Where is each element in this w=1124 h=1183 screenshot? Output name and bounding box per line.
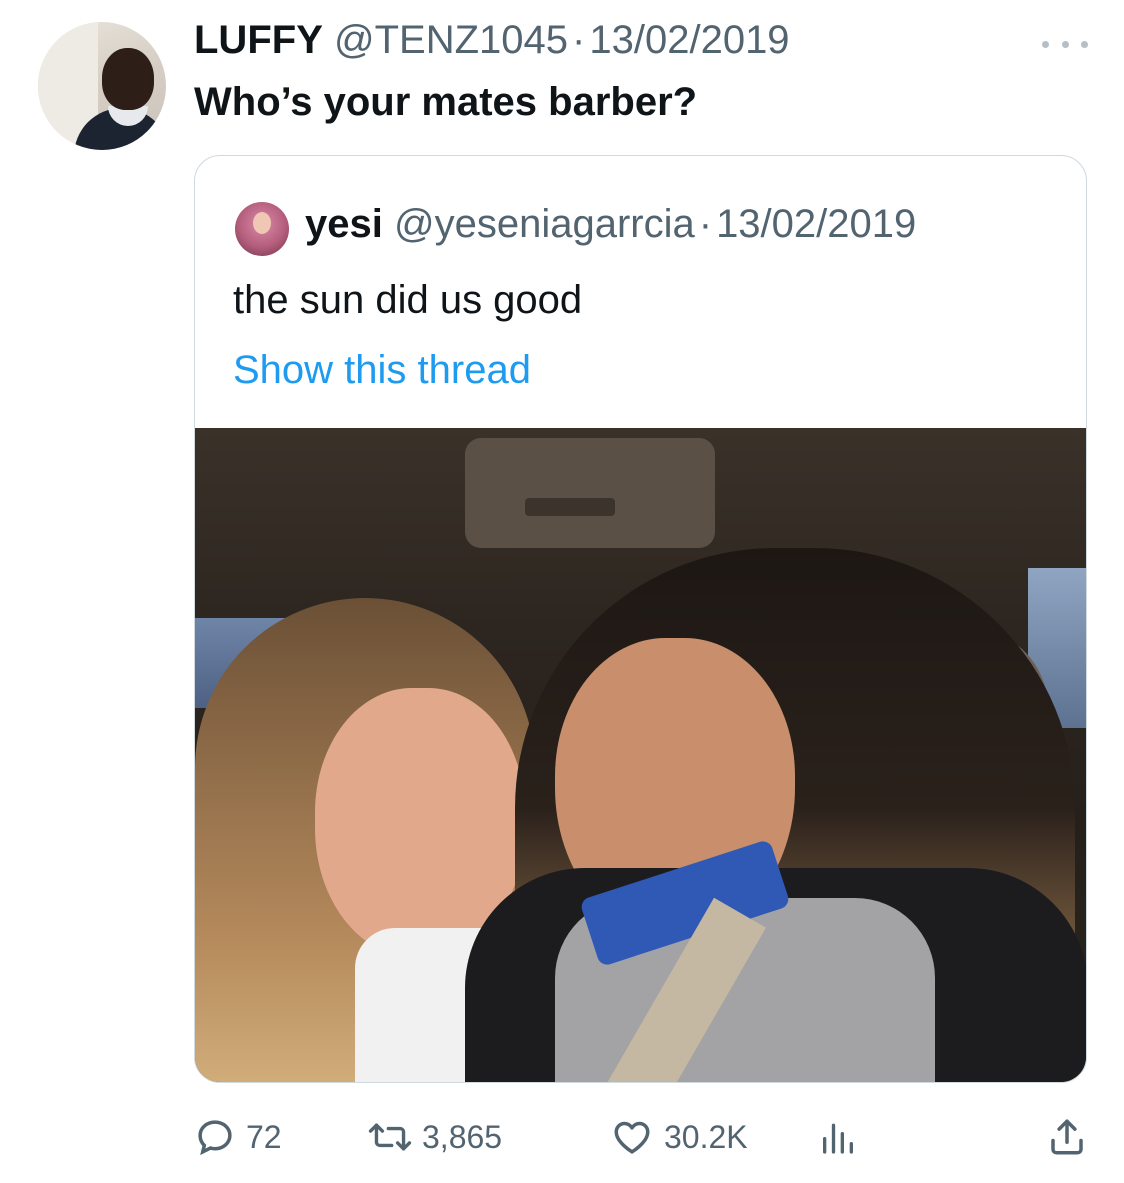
show-thread-link[interactable]: Show this thread xyxy=(233,342,531,398)
like-count: 30.2K xyxy=(664,1118,748,1155)
share-button[interactable] xyxy=(1046,1112,1088,1162)
quoted-tweet-date[interactable]: 13/02/2019 xyxy=(716,202,916,246)
tweet-text: Who’s your mates barber? xyxy=(194,80,698,124)
tweet-actions: 72 3,865 30.2K xyxy=(194,1112,1087,1162)
retweet-count: 3,865 xyxy=(422,1118,503,1155)
tweet-header: LUFFY @TENZ1045 · 13/02/2019 xyxy=(194,12,790,68)
author-handle[interactable]: @TENZ1045 xyxy=(334,18,568,62)
retweet-icon xyxy=(368,1116,412,1158)
quoted-tweet-header: yesi @yeseniagarrcia · 13/02/2019 xyxy=(305,196,916,252)
more-horizontal-icon[interactable] xyxy=(1042,38,1088,50)
author-display-name[interactable]: LUFFY xyxy=(194,18,323,62)
views-button[interactable] xyxy=(818,1112,858,1162)
retweet-button[interactable]: 3,865 xyxy=(368,1112,502,1162)
share-icon xyxy=(1046,1116,1088,1158)
reply-count: 72 xyxy=(246,1118,282,1155)
tweet-date[interactable]: 13/02/2019 xyxy=(589,18,789,62)
heart-icon xyxy=(610,1116,654,1158)
quoted-author-avatar[interactable] xyxy=(235,202,289,256)
separator-dot: · xyxy=(698,202,713,246)
like-button[interactable]: 30.2K xyxy=(610,1112,748,1162)
quoted-tweet-photo[interactable] xyxy=(195,428,1086,1082)
quoted-tweet-text: the sun did us good xyxy=(233,278,583,322)
separator-dot: · xyxy=(572,18,586,62)
quoted-author-display-name[interactable]: yesi xyxy=(305,202,383,246)
author-avatar[interactable] xyxy=(38,22,166,150)
quoted-tweet-card[interactable]: yesi @yeseniagarrcia · 13/02/2019 the sun … xyxy=(194,155,1087,1083)
reply-button[interactable]: 72 xyxy=(194,1112,282,1162)
reply-icon xyxy=(194,1116,236,1158)
quoted-author-handle[interactable]: @yeseniagarrcia xyxy=(394,202,695,246)
bar-chart-icon xyxy=(818,1116,858,1158)
